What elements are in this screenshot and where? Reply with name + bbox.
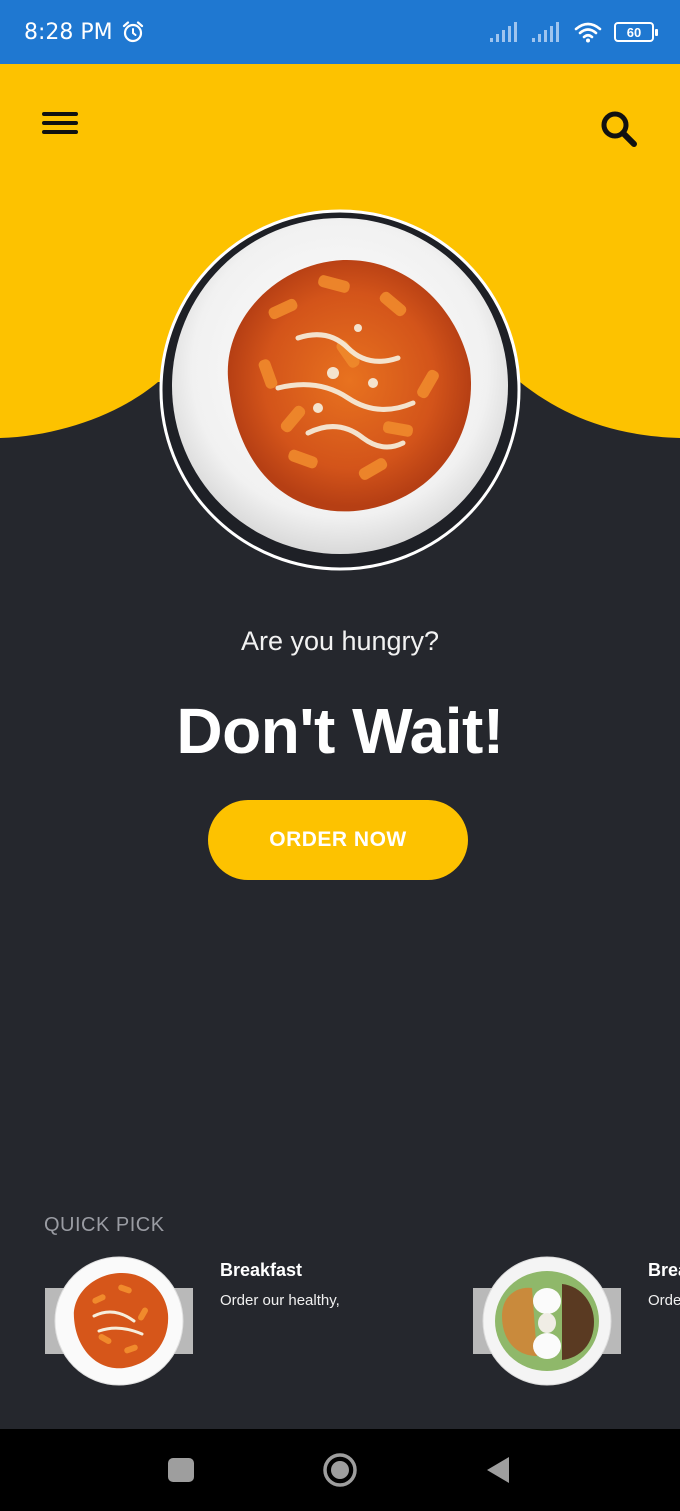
search-icon[interactable]	[596, 106, 640, 150]
card-title: Breakfast	[220, 1260, 303, 1280]
menu-button[interactable]	[42, 112, 78, 138]
hero-headline: Don't Wait!	[176, 695, 504, 767]
home-icon[interactable]	[322, 1452, 358, 1488]
signal-icon	[532, 22, 559, 42]
alarm-icon	[122, 21, 143, 43]
battery-icon: 60	[614, 22, 658, 42]
quick-pick-card[interactable]: Breakfast Order our healthy,	[45, 1256, 445, 1386]
recent-apps-icon[interactable]	[168, 1458, 194, 1482]
quick-pick-card[interactable]: Brea Orde	[473, 1256, 680, 1386]
hero-subtitle: Are you hungry?	[240, 626, 440, 656]
system-nav-bar	[0, 1429, 680, 1511]
hero-pasta-image	[159, 209, 521, 571]
chicken-rice-thumbnail	[482, 1256, 612, 1386]
quick-pick-title: QUICK PICK	[44, 1214, 165, 1236]
wifi-icon	[574, 22, 602, 43]
status-time: 8:28 PM	[24, 19, 113, 45]
card-description: Orde	[648, 1292, 680, 1309]
card-description: Order our healthy,	[220, 1292, 340, 1309]
status-right: 60	[490, 21, 658, 43]
order-now-button[interactable]: ORDER NOW	[208, 800, 468, 880]
pasta-thumbnail	[54, 1256, 184, 1386]
status-bar: 8:28 PM 60	[0, 0, 680, 64]
card-title: Brea	[648, 1260, 680, 1280]
signal-icon	[490, 22, 517, 42]
hamburger-menu-icon	[42, 112, 78, 116]
back-icon[interactable]	[484, 1455, 512, 1485]
status-left: 8:28 PM	[24, 20, 145, 45]
